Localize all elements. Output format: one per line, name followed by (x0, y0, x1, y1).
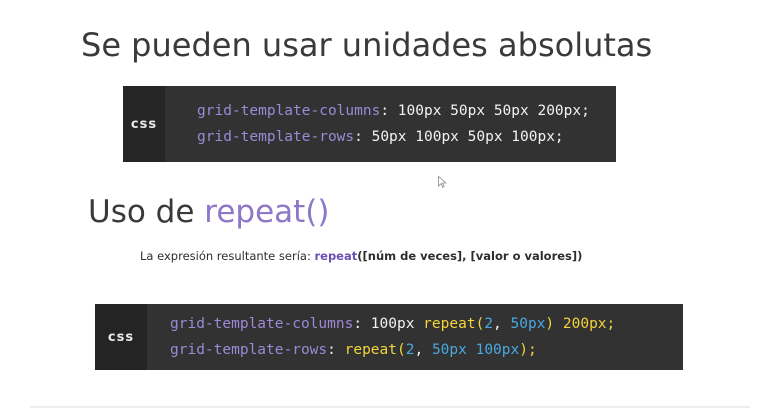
code-text: , (493, 316, 511, 332)
section-title: Uso de repeat() (88, 194, 330, 230)
code-language-label: css (123, 86, 165, 162)
explanation-args: ([núm de veces], [valor o valores]) (357, 249, 583, 263)
css-property: grid-template-columns (170, 316, 354, 332)
code-text: ) 200px; (545, 316, 616, 332)
css-function: repeat (423, 316, 476, 332)
code-paren: ( (475, 316, 485, 332)
section-title-prefix: Uso de (88, 194, 205, 230)
code-number: 2 (484, 316, 494, 332)
code-line-rows: grid-template-rows: repeat(2, 50px 100px… (170, 337, 615, 363)
code-line-columns: grid-template-columns: 100px repeat(2, 5… (170, 311, 615, 337)
code-text: : 100px (353, 316, 424, 332)
syntax-explanation: La expresión resultante sería: repeat([n… (140, 249, 582, 263)
code-line-columns: grid-template-columns: 100px 50px 50px 2… (197, 98, 590, 124)
css-property: grid-template-rows (197, 129, 355, 145)
code-number: 50px 100px (431, 342, 520, 358)
slide-title: Se pueden usar unidades absolutas (81, 26, 653, 64)
code-text: : (327, 342, 345, 358)
code-number: 50px (510, 316, 546, 332)
code-block-absolute-units: css grid-template-columns: 100px 50px 50… (123, 86, 616, 162)
explanation-prefix: La expresión resultante sería: (140, 249, 315, 263)
explanation-keyword: repeat (314, 249, 358, 263)
code-line-rows: grid-template-rows: 50px 100px 50px 100p… (197, 124, 590, 150)
css-value: : 50px 100px 50px 100px; (354, 129, 564, 145)
css-property: grid-template-rows (170, 342, 328, 358)
code-language-label: css (95, 304, 147, 370)
code-text: , (414, 342, 432, 358)
code-lines: grid-template-columns: 100px 50px 50px 2… (165, 86, 590, 162)
css-property: grid-template-columns (197, 103, 381, 119)
code-lines: grid-template-columns: 100px repeat(2, 5… (147, 304, 615, 370)
code-text: ); (519, 342, 537, 358)
section-title-accent: repeat() (204, 194, 330, 230)
code-block-repeat: css grid-template-columns: 100px repeat(… (95, 304, 683, 370)
code-paren: ( (397, 342, 406, 358)
mouse-pointer-icon (438, 176, 447, 188)
divider (30, 406, 750, 408)
css-function: repeat (344, 342, 397, 358)
css-value: : 100px 50px 50px 200px; (380, 103, 590, 119)
